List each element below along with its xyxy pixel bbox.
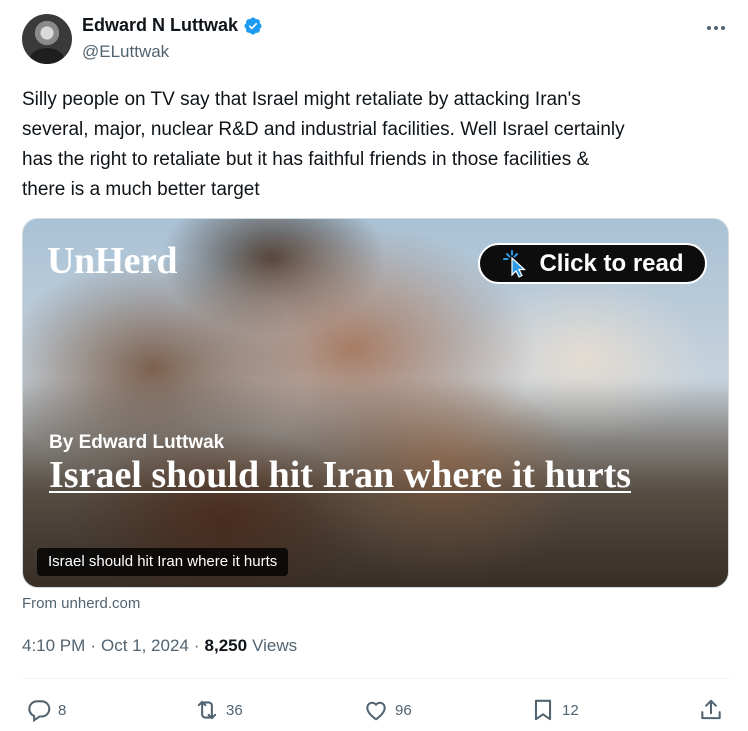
link-card[interactable]: UnHerd Click to read By Edward Luttwak I… — [22, 218, 729, 588]
click-to-read-label: Click to read — [539, 249, 684, 277]
author-handle[interactable]: @ELuttwak — [82, 42, 169, 62]
bookmark-button[interactable]: 12 — [530, 693, 579, 727]
tweet-time[interactable]: 4:10 PM — [22, 636, 85, 656]
card-title-label: Israel should hit Iran where it hurts — [37, 548, 289, 576]
share-icon — [701, 699, 721, 720]
bookmark-count: 12 — [562, 701, 579, 719]
views-count: 8,250 — [204, 636, 248, 655]
tweet-text: Silly people on TV say that Israel might… — [22, 89, 625, 200]
avatar[interactable] — [22, 14, 72, 64]
card-headline[interactable]: Israel should hit Iran where it hurts — [49, 455, 649, 496]
like-icon — [366, 701, 386, 721]
verified-badge-icon — [244, 16, 262, 35]
meta-separator: · — [90, 636, 96, 655]
reply-icon — [28, 700, 51, 723]
tweet-date[interactable]: Oct 1, 2024 — [101, 636, 189, 656]
repost-icon — [197, 700, 217, 720]
repost-count: 36 — [226, 701, 243, 719]
click-to-read-button[interactable]: Click to read — [478, 243, 707, 284]
reply-button[interactable]: 8 — [26, 693, 66, 727]
like-button[interactable]: 96 — [363, 693, 412, 727]
bookmark-icon — [534, 699, 552, 721]
like-count: 96 — [395, 701, 412, 719]
author-name[interactable]: Edward N Luttwak — [82, 15, 238, 36]
author-name-row: Edward N Luttwak — [82, 15, 263, 36]
tweet-meta: 4:10 PM · Oct 1, 2024 · 8,250 Views — [22, 636, 297, 656]
card-source[interactable]: From unherd.com — [22, 595, 140, 612]
meta-separator: · — [193, 636, 200, 655]
more-options-icon[interactable] — [704, 16, 728, 40]
more-dot — [714, 26, 718, 30]
repost-button[interactable]: 36 — [194, 693, 243, 727]
reply-count: 8 — [58, 701, 67, 719]
divider — [22, 678, 730, 679]
card-byline: By Edward Luttwak — [49, 432, 225, 453]
share-button[interactable] — [698, 693, 724, 727]
pointer-cursor-icon — [503, 249, 527, 278]
more-dot — [721, 26, 725, 30]
more-dot — [707, 26, 711, 30]
card-logo: UnHerd — [47, 240, 178, 282]
action-bar: 8 36 96 12 — [22, 693, 728, 727]
views-label: Views — [252, 636, 298, 655]
